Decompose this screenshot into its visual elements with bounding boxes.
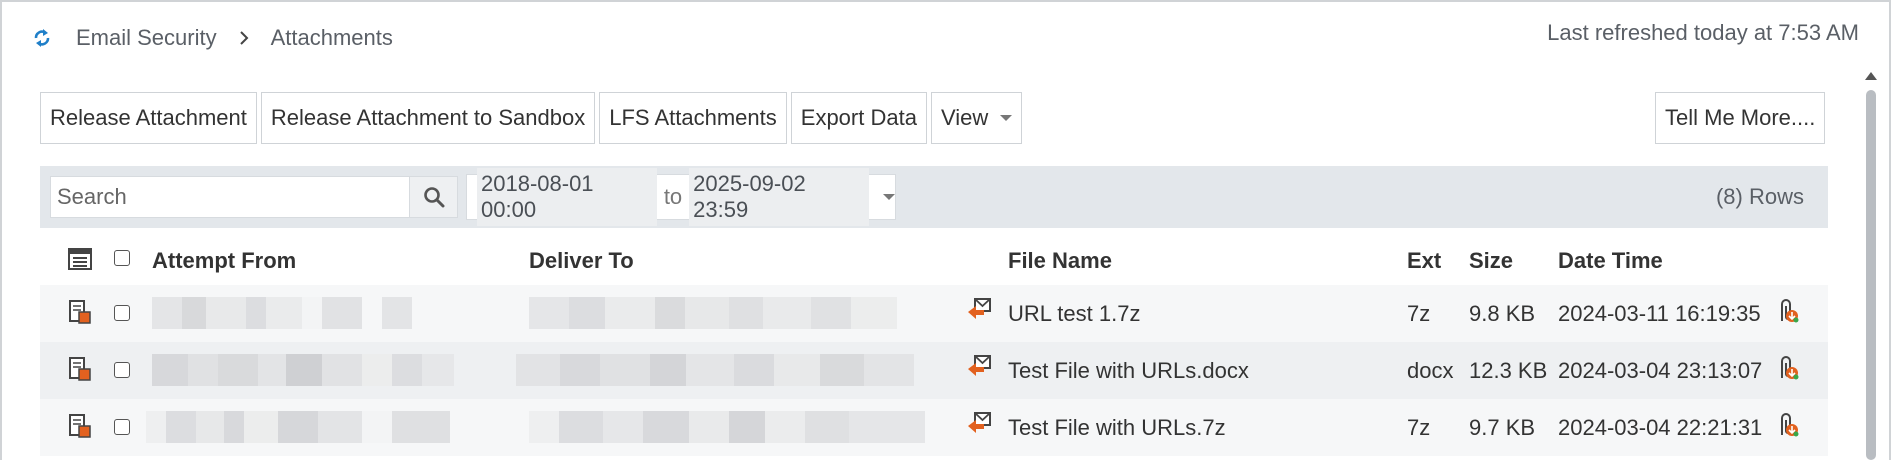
- message-detail-icon[interactable]: [68, 413, 92, 444]
- file-name: URL test 1.7z: [1008, 301, 1141, 326]
- lfs-attachments-button[interactable]: LFS Attachments: [599, 92, 787, 144]
- date-time: 2024-03-04 23:13:07: [1558, 358, 1763, 383]
- message-detail-icon[interactable]: [68, 356, 92, 387]
- file-ext: 7z: [1407, 301, 1431, 326]
- breadcrumb-email-security[interactable]: Email Security: [76, 25, 217, 51]
- search-input[interactable]: [51, 177, 409, 217]
- column-size[interactable]: Size: [1469, 248, 1513, 274]
- caret-down-icon[interactable]: [882, 194, 895, 200]
- attempt-from-redacted: [152, 297, 422, 329]
- file-size: 12.3 KB: [1469, 358, 1548, 383]
- toolbar: Release Attachment Release Attachment to…: [40, 92, 1023, 144]
- search-icon[interactable]: [409, 177, 457, 217]
- scrollbar-thumb[interactable]: [1866, 90, 1876, 460]
- scroll-up-arrow-icon[interactable]: [1865, 72, 1877, 80]
- date-time: 2024-03-11 16:19:35: [1558, 301, 1761, 326]
- refresh-icon[interactable]: [28, 24, 56, 52]
- deliver-to-redacted: [516, 354, 914, 386]
- deliver-to-redacted: [529, 411, 925, 443]
- last-refreshed-text: Last refreshed today at 7:53 AM: [1547, 20, 1859, 45]
- column-file-name[interactable]: File Name: [1008, 248, 1112, 274]
- column-deliver-to[interactable]: Deliver To: [529, 248, 634, 274]
- row-checkbox[interactable]: [114, 305, 130, 321]
- vertical-scrollbar[interactable]: [1862, 68, 1880, 460]
- release-mail-icon[interactable]: [966, 297, 992, 328]
- file-size: 9.8 KB: [1469, 301, 1536, 326]
- filter-bar: 2018-08-01 00:00 to 2025-09-02 23:59 (8)…: [40, 166, 1828, 228]
- search-box: [50, 176, 458, 218]
- select-all-checkbox[interactable]: [114, 250, 130, 266]
- caret-down-icon: [1000, 115, 1013, 121]
- row-checkbox[interactable]: [114, 419, 130, 435]
- download-attachment-icon[interactable]: [1774, 354, 1800, 387]
- view-dropdown-button[interactable]: View: [930, 92, 1023, 144]
- column-attempt-from[interactable]: Attempt From: [152, 248, 296, 274]
- release-sandbox-button[interactable]: Release Attachment to Sandbox: [260, 92, 596, 144]
- date-from[interactable]: 2018-08-01 00:00: [477, 168, 657, 226]
- date-range-picker[interactable]: 2018-08-01 00:00 to 2025-09-02 23:59: [466, 168, 896, 226]
- tell-me-more-button[interactable]: Tell Me More....: [1655, 92, 1826, 144]
- file-ext: docx: [1407, 358, 1454, 383]
- chevron-right-icon: [235, 29, 253, 47]
- attempt-from-redacted: [146, 411, 450, 443]
- column-picker-icon[interactable]: [68, 248, 92, 275]
- table-row[interactable]: Test File with URLs.7z 7z 9.7 KB 2024-03…: [40, 399, 1828, 456]
- date-to-label: to: [663, 184, 683, 209]
- file-ext: 7z: [1407, 415, 1431, 440]
- deliver-to-redacted: [529, 297, 897, 329]
- header: Email Security Attachments: [28, 20, 393, 56]
- file-size: 9.7 KB: [1469, 415, 1536, 440]
- table-row[interactable]: URL test 1.7z 7z 9.8 KB 2024-03-11 16:19…: [40, 285, 1828, 342]
- release-mail-icon[interactable]: [966, 354, 992, 385]
- table-header: Attempt From Deliver To File Name Ext Si…: [40, 234, 1828, 286]
- message-detail-icon[interactable]: [68, 299, 92, 330]
- download-attachment-icon[interactable]: [1774, 411, 1800, 444]
- file-name: Test File with URLs.docx: [1008, 358, 1249, 383]
- table-row[interactable]: Test File with URLs.docx docx 12.3 KB 20…: [40, 342, 1828, 399]
- release-mail-icon[interactable]: [966, 411, 992, 442]
- breadcrumb-attachments: Attachments: [270, 25, 393, 50]
- row-count: (8) Rows: [1715, 184, 1804, 209]
- download-attachment-icon[interactable]: [1774, 297, 1800, 330]
- export-data-button[interactable]: Export Data: [790, 92, 927, 144]
- release-attachment-button[interactable]: Release Attachment: [40, 92, 257, 144]
- attempt-from-redacted: [152, 354, 454, 386]
- column-date-time[interactable]: Date Time: [1558, 248, 1663, 274]
- date-time: 2024-03-04 22:21:31: [1558, 415, 1763, 440]
- date-to[interactable]: 2025-09-02 23:59: [689, 168, 869, 226]
- row-checkbox[interactable]: [114, 362, 130, 378]
- column-ext[interactable]: Ext: [1407, 248, 1441, 274]
- file-name: Test File with URLs.7z: [1008, 415, 1226, 440]
- view-label: View: [940, 105, 989, 130]
